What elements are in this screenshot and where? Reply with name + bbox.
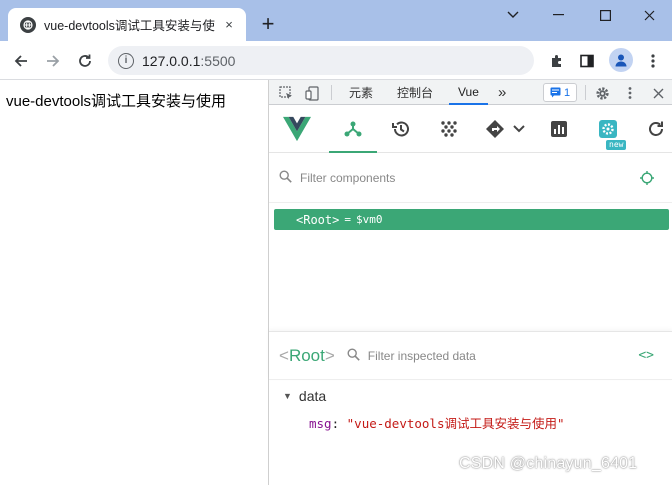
device-toolbar-icon[interactable] <box>303 84 321 102</box>
filter-components-input[interactable]: Filter components <box>269 153 672 203</box>
root-component-tag: <Root> <box>296 212 340 227</box>
devtools-panel: 元素 控制台 Vue » 1 new Filter components <Ro… <box>269 80 672 485</box>
browser-tab[interactable]: vue-devtools调试工具安装与使 × <box>8 8 246 41</box>
vue-logo-icon <box>283 115 311 143</box>
new-tab-button[interactable]: + <box>256 12 280 36</box>
browser-toolbar: i 127.0.0.1:5500 <box>0 41 672 80</box>
address-bar[interactable]: i 127.0.0.1:5500 <box>108 46 534 75</box>
page-viewport: vue-devtools调试工具安装与使用 <box>0 80 268 485</box>
minimize-button[interactable] <box>536 0 582 30</box>
maximize-button[interactable] <box>582 0 628 30</box>
search-icon <box>347 347 360 364</box>
tab-separator <box>331 85 332 100</box>
tab-title: vue-devtools调试工具安装与使 <box>44 19 215 33</box>
root-vm-var: $vm0 <box>355 213 383 226</box>
refresh-icon[interactable] <box>642 115 670 143</box>
search-icon <box>279 169 292 186</box>
performance-chart-icon[interactable] <box>545 115 573 143</box>
settings-gear-icon[interactable] <box>593 84 611 102</box>
tab-console[interactable]: 控制台 <box>397 80 433 105</box>
site-info-icon[interactable]: i <box>118 52 134 69</box>
browser-menu-icon[interactable] <box>640 48 666 74</box>
tab-elements[interactable]: 元素 <box>349 80 373 105</box>
open-in-editor-code-icon[interactable]: <> <box>638 348 654 363</box>
inspector-header: <Root> Filter inspected data <> <box>269 331 672 380</box>
window-close-button[interactable] <box>626 0 672 30</box>
vue-settings-icon[interactable] <box>594 115 622 143</box>
filter-inspected-input[interactable]: Filter inspected data <box>347 347 476 364</box>
tab-separator <box>585 85 586 100</box>
extensions-icon[interactable] <box>544 48 570 74</box>
url-text: 127.0.0.1:5500 <box>142 53 235 69</box>
url-port: :5500 <box>200 52 236 69</box>
forward-icon[interactable] <box>40 48 66 74</box>
new-badge: new <box>606 140 627 150</box>
more-tabs-icon[interactable]: » <box>498 80 506 105</box>
globe-icon <box>20 16 36 33</box>
vuex-store-icon[interactable] <box>435 115 463 143</box>
messages-badge[interactable]: 1 <box>543 83 577 102</box>
url-host: 127.0.0.1 <box>142 52 201 69</box>
collapse-triangle-icon[interactable]: ▼ <box>283 391 292 401</box>
inspector-title-close: > <box>324 345 335 365</box>
tree-row-root[interactable]: <Root> = $vm0 <box>274 209 669 230</box>
devtools-tabbar: 元素 控制台 Vue » 1 <box>269 80 672 105</box>
timeline-history-icon[interactable] <box>387 115 415 143</box>
watermark: CSDN @chinayun_6401 <box>459 455 638 472</box>
devtools-close-icon[interactable] <box>649 84 667 102</box>
filter-inspected-placeholder: Filter inspected data <box>367 348 476 363</box>
vue-devtools-toolbar: new <box>269 105 672 153</box>
reload-icon[interactable] <box>72 48 98 74</box>
tab-vue[interactable]: Vue <box>449 80 488 105</box>
inspector-title-open: < <box>279 345 289 365</box>
tab-search-icon[interactable] <box>490 0 536 30</box>
devtools-menu-icon[interactable] <box>621 84 639 102</box>
router-routes-icon[interactable] <box>483 115 527 143</box>
components-icon[interactable] <box>339 115 367 143</box>
data-section-header[interactable]: ▼ data <box>283 388 326 404</box>
data-property-colon: : <box>331 416 347 431</box>
close-tab-icon[interactable]: × <box>220 16 238 34</box>
inspector-title-name: Root <box>288 345 325 365</box>
data-property-row[interactable]: msg: "vue-devtools调试工具安装与使用" <box>309 413 565 432</box>
component-tree: <Root> = $vm0 <box>269 203 672 331</box>
filter-components-placeholder: Filter components <box>300 170 396 185</box>
back-icon[interactable] <box>8 48 34 74</box>
side-panel-icon[interactable] <box>574 48 600 74</box>
profile-avatar[interactable] <box>609 48 633 72</box>
select-component-crosshair-icon[interactable] <box>640 171 654 185</box>
data-property-key: msg <box>309 416 332 431</box>
inspect-element-icon[interactable] <box>277 84 295 102</box>
messages-count: 1 <box>563 86 571 99</box>
data-section-label: data <box>298 388 327 404</box>
data-property-value: "vue-devtools调试工具安装与使用" <box>346 416 565 431</box>
browser-titlebar: vue-devtools调试工具安装与使 × + <box>0 0 672 41</box>
root-eq: = <box>344 213 351 226</box>
inspector-title: <Root> <box>279 346 335 366</box>
page-body-text: vue-devtools调试工具安装与使用 <box>6 93 227 110</box>
